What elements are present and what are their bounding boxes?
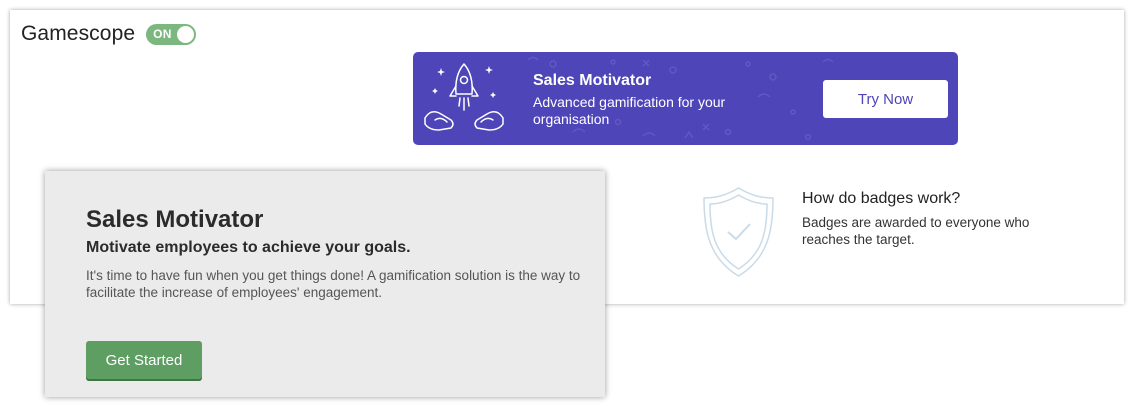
gamescope-toggle[interactable]: ON <box>146 23 197 45</box>
badges-info-title: How do badges work? <box>802 190 961 207</box>
badges-info-text: Badges are awarded to everyone who reach… <box>802 215 1030 247</box>
intro-card-title: Sales Motivator <box>86 206 264 233</box>
shield-check-icon <box>703 187 774 277</box>
badges-info: How do badges work? Badges are awarded t… <box>802 190 1062 248</box>
toggle-knob <box>177 25 195 43</box>
sales-motivator-intro-card: Sales Motivator Motivate employees to ac… <box>45 171 605 397</box>
page-title: Gamescope <box>21 22 136 45</box>
intro-card-subtitle: Motivate employees to achieve your goals… <box>86 239 411 256</box>
intro-card-description: It's time to have fun when you get thing… <box>86 268 581 300</box>
page: Gamescope ON Sales Motivator Advanced ga… <box>0 0 1138 408</box>
sales-motivator-banner: Sales Motivator Advanced gamification fo… <box>413 52 958 145</box>
get-started-button[interactable]: Get Started <box>86 341 202 379</box>
header: Gamescope ON <box>21 22 197 46</box>
toggle-label: ON <box>153 26 172 41</box>
try-now-button[interactable]: Try Now <box>823 80 948 118</box>
banner-subtitle: Advanced gamification for your organisat… <box>533 94 726 127</box>
banner-title: Sales Motivator <box>533 72 652 89</box>
rocket-hands-icon <box>424 63 504 131</box>
banner-text: Sales Motivator Advanced gamification fo… <box>533 72 743 128</box>
